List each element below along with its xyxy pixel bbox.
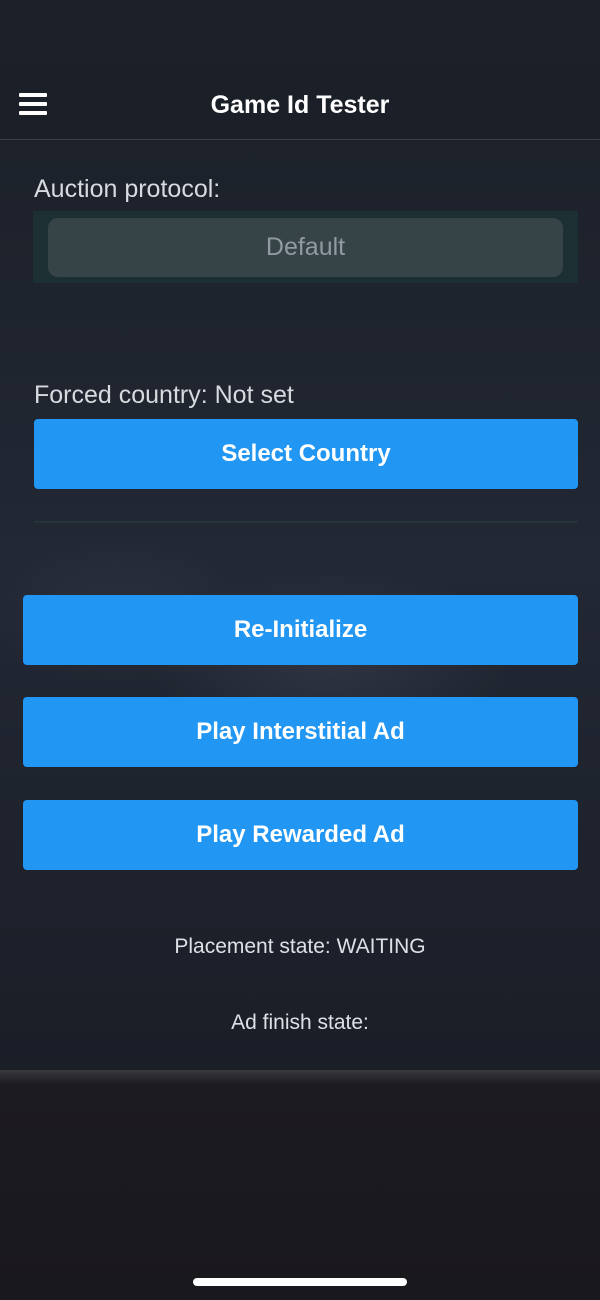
app-bar: Game Id Tester xyxy=(0,70,600,140)
status-bar xyxy=(0,0,600,70)
auction-protocol-select[interactable]: Default xyxy=(48,218,563,277)
ad-finish-state-text: Ad finish state: xyxy=(231,1011,369,1034)
auction-protocol-label: Auction protocol: xyxy=(34,175,221,203)
hamburger-menu-icon[interactable] xyxy=(19,92,47,116)
bottom-area xyxy=(0,1070,600,1300)
play-rewarded-ad-button[interactable]: Play Rewarded Ad xyxy=(23,800,578,870)
reinitialize-button[interactable]: Re-Initialize xyxy=(23,595,578,665)
placement-state-text: Placement state: WAITING xyxy=(174,935,426,958)
forced-country-label: Forced country: Not set xyxy=(34,381,294,409)
play-interstitial-ad-button[interactable]: Play Interstitial Ad xyxy=(23,697,578,767)
home-indicator[interactable] xyxy=(193,1278,407,1286)
main-content: Auction protocol: Default Forced country… xyxy=(0,141,600,1070)
divider xyxy=(34,521,578,523)
app-title: Game Id Tester xyxy=(210,91,390,119)
select-country-button[interactable]: Select Country xyxy=(34,419,578,489)
auction-protocol-container: Default xyxy=(33,211,578,283)
